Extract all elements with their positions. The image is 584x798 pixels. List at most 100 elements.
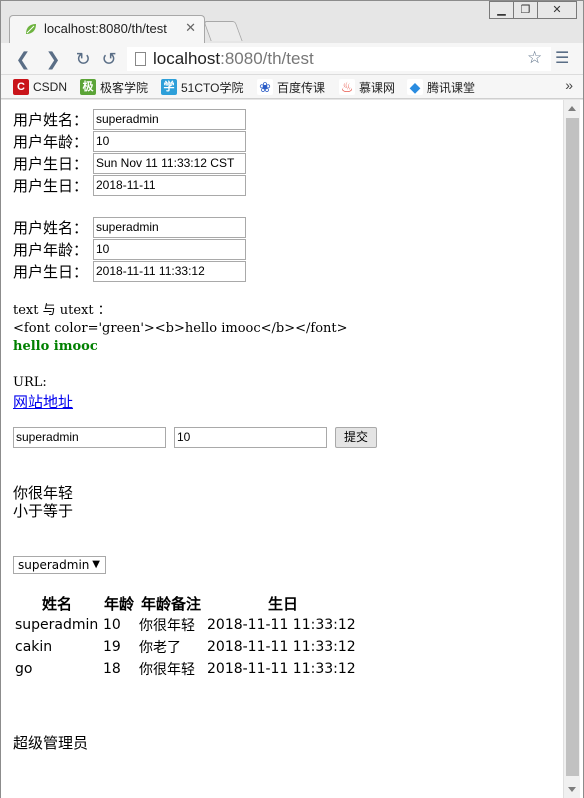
undo-icon[interactable]: ↺ xyxy=(99,49,119,69)
site-address-link[interactable]: 网站地址 xyxy=(13,393,73,411)
submit-button[interactable]: 提交 xyxy=(335,426,378,448)
leaf-favicon-icon xyxy=(26,24,36,34)
cell-age-note: 你很年轻 xyxy=(139,618,195,634)
address-bar[interactable]: localhost:8080/th/test xyxy=(127,47,551,71)
cell-name: cakin xyxy=(15,639,53,655)
col-name-header: 姓名 xyxy=(41,594,72,613)
scroll-up-icon[interactable] xyxy=(568,106,576,111)
forward-arrow-icon[interactable]: ❯ xyxy=(43,49,63,69)
bookmark-tencent-class[interactable]: ◆ 腾讯课堂 xyxy=(407,78,475,96)
escaped-text: <font color='green'><b>hello imooc</b></… xyxy=(13,321,348,336)
restore-button[interactable]: ❐ xyxy=(513,1,538,19)
cell-birthday: 2018-11-11 11:33:12 xyxy=(207,617,356,633)
col-age-header: 年龄 xyxy=(103,594,134,613)
cell-age-note: 你很年轻 xyxy=(139,662,195,678)
bookmark-label: 慕课网 xyxy=(359,80,396,95)
menu-icon[interactable]: ☰ xyxy=(555,48,569,68)
birthday-input[interactable]: 2018-11-11 11:33:12 xyxy=(93,260,246,282)
field-label: 用户年龄： xyxy=(13,132,89,151)
url-host: localhost xyxy=(153,49,221,68)
close-window-button[interactable]: ✕ xyxy=(537,1,577,19)
form-row: 用户生日： 2018-11-11 11:33:12 xyxy=(13,260,561,282)
minimize-button[interactable]: ▁ xyxy=(489,1,514,19)
page-content: 用户姓名： superadmin 用户年龄： 10 用户生日： Sun Nov 11 … xyxy=(13,108,561,752)
cell-age: 18 xyxy=(103,661,121,677)
restore-icon: ❐ xyxy=(520,4,531,16)
select-wrap: superadmin ▼ xyxy=(13,556,561,576)
browser-window: localhost:8080/th/test ✕ ▁ ❐ ✕ ❮ ❯ ↻ ↺ l… xyxy=(0,0,584,798)
bookmark-label: 腾讯课堂 xyxy=(427,80,476,95)
close-icon: ✕ xyxy=(552,4,562,16)
username-input[interactable]: superadmin xyxy=(93,216,246,238)
user-select[interactable]: superadmin ▼ xyxy=(13,556,106,574)
more-bookmarks-icon[interactable]: » xyxy=(565,77,573,93)
cell-name: go xyxy=(15,661,33,677)
cell-age: 19 xyxy=(103,639,121,655)
page-viewport: 用户姓名： superadmin 用户年龄： 10 用户生日： Sun Nov 11 … xyxy=(1,100,583,798)
form-row: 用户生日： Sun Nov 11 11:33:12 CST xyxy=(13,152,561,174)
bookmark-label: 51CTO学院 xyxy=(181,80,244,95)
51cto-icon: 学 xyxy=(161,79,177,95)
tab-title: localhost:8080/th/test xyxy=(44,21,167,36)
select-value: superadmin xyxy=(18,558,90,572)
field-label: 用户姓名： xyxy=(13,218,89,237)
cell-age-note: 你老了 xyxy=(139,640,181,656)
bookmark-51cto[interactable]: 学 51CTO学院 xyxy=(161,78,243,96)
unescaped-text: hello imooc xyxy=(13,339,98,354)
text-utext-heading: text 与 utext ： xyxy=(13,303,111,318)
inline-form: superadmin 10 提交 xyxy=(13,426,561,448)
bookmark-label: 百度传课 xyxy=(277,80,326,95)
bookmark-label: 极客学院 xyxy=(100,80,149,95)
bookmark-jikexueyuan[interactable]: 极极客学院 xyxy=(80,78,148,96)
flame-icon: ♨ xyxy=(339,79,355,95)
url-path: :8080/th/test xyxy=(220,49,314,68)
scroll-down-icon[interactable] xyxy=(568,787,576,792)
table-row: cakin 19 你老了 2018-11-11 11:33:12 xyxy=(13,636,361,658)
url-label: URL: xyxy=(13,375,47,390)
bookmarks-bar: C CSDN 极极客学院 学 51CTO学院 ❀ 百度传课 ♨ 慕课网 ◆ 腾讯课堂 » xyxy=(1,75,583,99)
field-label: 用户生日： xyxy=(13,176,89,195)
browser-tab[interactable]: localhost:8080/th/test ✕ xyxy=(9,15,205,43)
back-arrow-icon[interactable]: ❮ xyxy=(13,49,33,69)
field-label: 用户年龄： xyxy=(13,240,89,259)
form-row: 用户年龄： 10 xyxy=(13,238,561,260)
paw-icon: ❀ xyxy=(257,79,273,95)
table-row: superadmin 10 你很年轻 2018-11-11 11:33:12 xyxy=(13,614,361,636)
new-tab-button[interactable] xyxy=(203,21,243,41)
age-input[interactable]: 10 xyxy=(93,238,246,260)
users-table: 姓名 年龄 年龄备注 生日 superadmin 10 你很年轻 2018-11… xyxy=(13,592,361,680)
dropdown-arrow-icon: ▼ xyxy=(92,559,100,570)
address-url[interactable]: localhost:8080/th/test xyxy=(153,49,314,69)
scrollbar-thumb[interactable] xyxy=(566,118,579,776)
jike-icon: 极 xyxy=(80,79,96,95)
reload-icon[interactable]: ↻ xyxy=(73,49,93,69)
field-label: 用户生日： xyxy=(13,154,89,173)
bookmark-star-icon[interactable]: ☆ xyxy=(527,48,542,68)
title-bar: localhost:8080/th/test ✕ ▁ ❐ ✕ xyxy=(1,1,583,43)
name-input[interactable]: superadmin xyxy=(13,426,166,448)
table-header-row: 姓名 年龄 年龄备注 生日 xyxy=(13,592,361,614)
window-controls: ▁ ❐ ✕ xyxy=(489,1,577,19)
bookmark-csdn[interactable]: C CSDN xyxy=(13,78,67,96)
birthday-input[interactable]: Sun Nov 11 11:33:12 CST xyxy=(93,152,246,174)
cell-birthday: 2018-11-11 11:33:12 xyxy=(207,661,356,677)
vertical-scrollbar[interactable] xyxy=(563,100,580,798)
form-row: 用户姓名： superadmin xyxy=(13,108,561,130)
role-text: 超级管理员 xyxy=(13,734,89,752)
username-input[interactable]: superadmin xyxy=(93,108,246,130)
tab-close-icon[interactable]: ✕ xyxy=(185,20,196,36)
age-input[interactable]: 10 xyxy=(93,130,246,152)
bookmark-baiduchuanke[interactable]: ❀ 百度传课 xyxy=(257,78,325,96)
field-label: 用户生日： xyxy=(13,262,89,281)
user-form-1: 用户姓名： superadmin 用户年龄： 10 用户生日： Sun Nov 11 … xyxy=(13,108,561,196)
page-icon xyxy=(135,52,146,66)
col-age-note-header: 年龄备注 xyxy=(140,594,201,613)
bookmark-imooc[interactable]: ♨ 慕课网 xyxy=(339,78,395,96)
csdn-icon: C xyxy=(13,79,29,95)
switch-condition-text: 小于等于 xyxy=(13,502,74,520)
age-input[interactable]: 10 xyxy=(174,426,327,448)
birthday-formatted-input[interactable]: 2018-11-11 xyxy=(93,174,246,196)
field-label: 用户姓名： xyxy=(13,110,89,129)
age-condition-text: 你很年轻 xyxy=(13,484,74,502)
user-form-2: 用户姓名： superadmin 用户年龄： 10 用户生日： 2018-11-11 … xyxy=(13,216,561,282)
